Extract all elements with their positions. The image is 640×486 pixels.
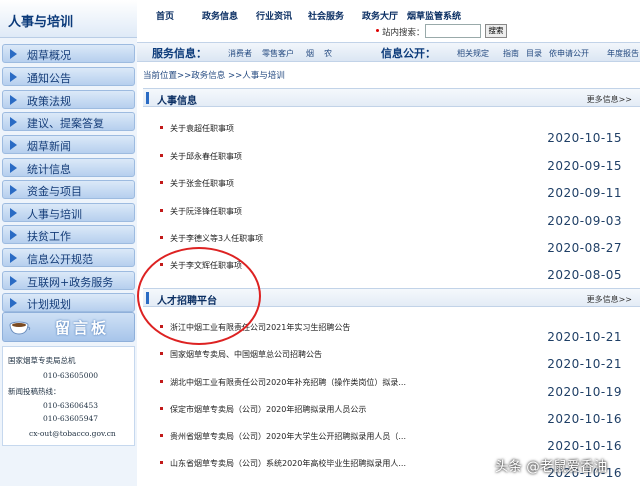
sidebar-header: 人事与培训: [0, 0, 137, 38]
coffee-cup-icon: [9, 321, 31, 335]
more-link[interactable]: 更多信息>>: [587, 94, 632, 105]
search-button[interactable]: 搜索: [485, 24, 507, 38]
contact-hotline-2: 010-63605947: [43, 414, 99, 423]
list-item[interactable]: 国家烟草专卖局、中国烟草总公司招聘公告 2020-10-21: [143, 347, 640, 373]
arrow-right-icon: [10, 230, 17, 240]
bullet-icon: [160, 126, 163, 129]
sidebar-item-proposals[interactable]: 建议、提案答复: [2, 112, 135, 131]
contact-org: 国家烟草专卖局总机: [8, 356, 76, 365]
public-link-catalog[interactable]: 目录: [526, 48, 542, 59]
sidebar-item-hr[interactable]: 人事与培训: [2, 203, 135, 222]
bullet-icon: [160, 380, 163, 383]
left-sidebar: 人事与培训 烟草概况 通知公告 政策法规 建议、提案答复 烟草新闻 统计信息 资…: [0, 0, 137, 486]
service-bar: 服务信息： 消费者 零售客户 烟 农 信息公开： 相关规定 指南 目录 依申请公…: [137, 42, 640, 62]
public-link-rules[interactable]: 相关规定: [457, 48, 489, 59]
more-link[interactable]: 更多信息>>: [587, 294, 632, 305]
contact-hotline-label: 新闻投稿热线：: [8, 387, 61, 396]
breadcrumb: 当前位置>>政务信息 >>人事与培训: [143, 71, 285, 81]
arrow-right-icon: [10, 298, 17, 308]
bullet-icon: [160, 352, 163, 355]
section-marker-icon: [146, 92, 149, 104]
guestbook-button[interactable]: 留言板: [2, 312, 135, 342]
search-input[interactable]: [425, 24, 481, 38]
service-link-farmer[interactable]: 农: [324, 48, 332, 59]
bullet-icon: [160, 209, 163, 212]
arrow-right-icon: [10, 185, 17, 195]
arrow-right-icon: [10, 163, 17, 173]
sidebar-item-egov[interactable]: 互联网+政务服务: [2, 271, 135, 290]
list-item[interactable]: 关于邱永春任职事项 2020-09-15: [143, 149, 640, 175]
sidebar-item-poverty[interactable]: 扶贫工作: [2, 225, 135, 244]
arrow-right-icon: [10, 140, 17, 150]
watermark: 头条 @老鼠爱香油: [495, 459, 608, 475]
list-item[interactable]: 湖北中烟工业有限责任公司2020年补充招聘（操作类岗位）拟录... 2020-10…: [143, 375, 640, 401]
bullet-icon: [160, 154, 163, 157]
sidebar-item-notices[interactable]: 通知公告: [2, 67, 135, 86]
nav-home[interactable]: 首页: [156, 9, 174, 22]
arrow-right-icon: [10, 49, 17, 59]
arrow-right-icon: [10, 208, 17, 218]
contact-box: 国家烟草专卖局总机 010-63605000 新闻投稿热线： 010-63606…: [2, 346, 135, 446]
public-link-annual-report[interactable]: 年度报告: [607, 48, 639, 59]
bullet-icon: [160, 407, 163, 410]
arrow-right-icon: [10, 72, 17, 82]
public-info-title: 信息公开：: [381, 47, 436, 60]
sidebar-item-statistics[interactable]: 统计信息: [2, 158, 135, 177]
list-item[interactable]: 关于张金任职事项 2020-09-11: [143, 176, 640, 202]
list-item[interactable]: 贵州省烟草专卖局（公司）2020年大学生公开招聘拟录用人员（... 2020-10…: [143, 429, 640, 455]
arrow-right-icon: [10, 95, 17, 105]
search-label: 站内搜索：: [382, 28, 425, 38]
highlight-circle: [137, 247, 261, 345]
arrow-right-icon: [10, 117, 17, 127]
sidebar-title: 人事与培训: [8, 15, 74, 30]
sidebar-item-disclosure[interactable]: 信息公开规范: [2, 248, 135, 267]
contact-email[interactable]: cx-out@tobacco.gov.cn: [29, 429, 116, 438]
bullet-icon: [160, 434, 163, 437]
list-item[interactable]: 关于阮泽锋任职事项 2020-09-03: [143, 204, 640, 230]
list-item[interactable]: 保定市烟草专卖局（公司）2020年招聘拟录用人员公示 2020-10-16: [143, 402, 640, 428]
nav-industry-news[interactable]: 行业资讯: [256, 9, 292, 22]
list-item[interactable]: 关于袁超任职事项 2020-10-15: [143, 121, 640, 147]
bullet-icon: [376, 29, 379, 32]
public-link-guide[interactable]: 指南: [503, 48, 519, 59]
sidebar-item-news[interactable]: 烟草新闻: [2, 135, 135, 154]
bullet-icon: [160, 236, 163, 239]
contact-phone: 010-63605000: [43, 371, 99, 380]
nav-gov-hall[interactable]: 政务大厅: [362, 9, 398, 22]
nav-supervision-system[interactable]: 烟草监管系统: [407, 9, 461, 22]
sidebar-item-planning[interactable]: 计划规划: [2, 293, 135, 312]
guestbook-label: 留言板: [55, 319, 110, 337]
public-link-request[interactable]: 依申请公开: [549, 48, 589, 59]
service-info-title: 服务信息：: [152, 47, 207, 60]
section-header-hr-info: 人事信息 更多信息>>: [143, 88, 640, 107]
bullet-icon: [160, 461, 163, 464]
top-navigation: 首页 政务信息 行业资讯 社会服务 政务大厅 烟草监管系统 站内搜索： 搜索: [137, 0, 640, 42]
arrow-right-icon: [10, 276, 17, 286]
service-link-retailer[interactable]: 零售客户: [262, 48, 294, 59]
sidebar-item-policies[interactable]: 政策法规: [2, 90, 135, 109]
sidebar-item-overview[interactable]: 烟草概况: [2, 44, 135, 63]
bullet-icon: [160, 181, 163, 184]
nav-gov-info[interactable]: 政务信息: [202, 9, 238, 22]
arrow-right-icon: [10, 253, 17, 263]
service-link-consumer[interactable]: 消费者: [228, 48, 252, 59]
section-title: 人事信息: [157, 96, 197, 107]
sidebar-item-funds[interactable]: 资金与项目: [2, 180, 135, 199]
contact-hotline-1: 010-63606453: [43, 401, 99, 410]
service-link-tobacco[interactable]: 烟: [306, 48, 314, 59]
nav-social-service[interactable]: 社会服务: [308, 9, 344, 22]
